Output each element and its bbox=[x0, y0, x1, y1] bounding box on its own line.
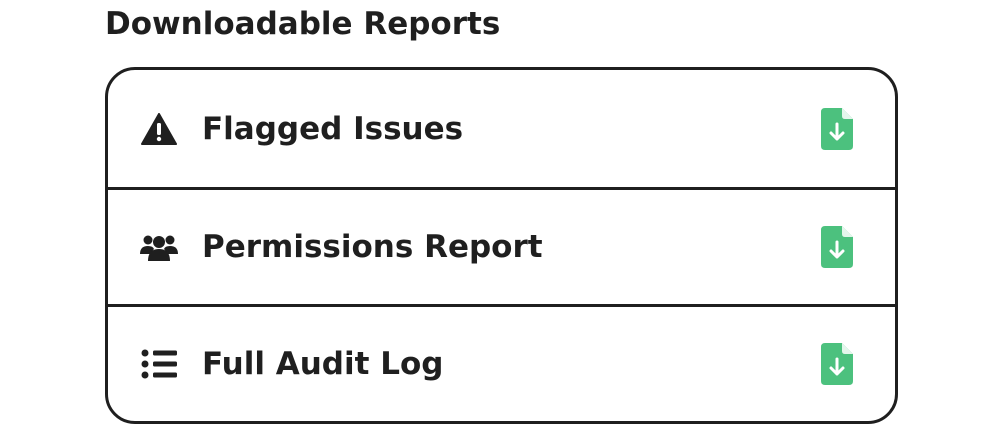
report-label: Full Audit Log bbox=[202, 346, 444, 382]
list-icon bbox=[139, 344, 179, 384]
users-icon bbox=[139, 227, 179, 267]
file-download-icon[interactable] bbox=[819, 342, 855, 386]
report-label: Flagged Issues bbox=[202, 110, 464, 147]
section-title: Downloadable Reports bbox=[105, 6, 501, 42]
reports-card: Flagged Issues Permissions Report Full A… bbox=[105, 67, 898, 424]
report-row-permissions-report[interactable]: Permissions Report bbox=[108, 187, 895, 304]
warning-icon bbox=[139, 109, 179, 149]
report-row-flagged-issues[interactable]: Flagged Issues bbox=[108, 70, 895, 187]
report-row-full-audit-log[interactable]: Full Audit Log bbox=[108, 304, 895, 421]
file-download-icon[interactable] bbox=[819, 107, 855, 151]
file-download-icon[interactable] bbox=[819, 225, 855, 269]
report-label: Permissions Report bbox=[202, 229, 543, 265]
